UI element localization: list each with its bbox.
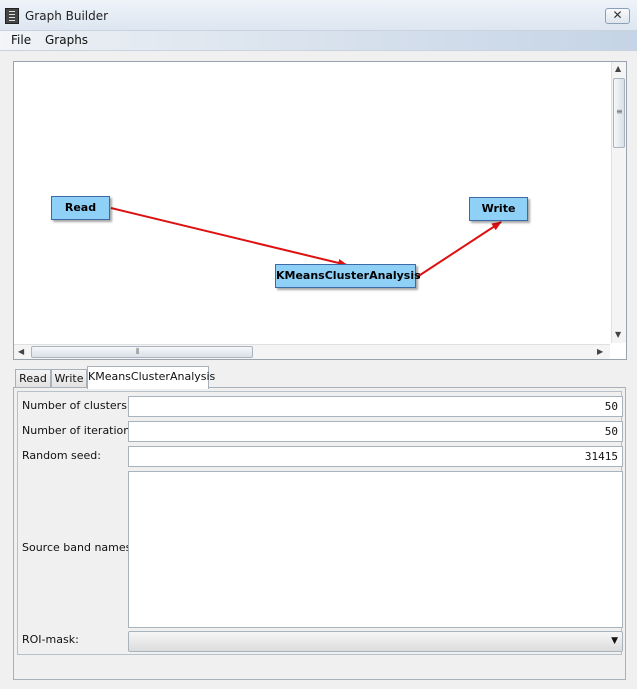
- num-iterations-input[interactable]: 50: [128, 421, 623, 442]
- scroll-left-icon[interactable]: ◀: [18, 347, 24, 356]
- graph-canvas-frame: Read KMeansClusterAnalysis Write ▲ ≡ ▼ ◀…: [13, 61, 627, 360]
- num-iterations-label: Number of iterations:: [22, 424, 140, 437]
- num-clusters-label: Number of clusters:: [22, 399, 131, 412]
- horizontal-scroll-thumb[interactable]: ⦀: [31, 346, 253, 358]
- parameters-form: Number of clusters: 50 Number of iterati…: [17, 391, 623, 655]
- close-button[interactable]: ✕: [605, 8, 630, 24]
- node-write[interactable]: Write: [469, 197, 528, 221]
- grip-icon: ⦀: [136, 347, 140, 356]
- tab-kmeans-cluster-analysis[interactable]: KMeansClusterAnalysis: [87, 366, 215, 389]
- num-clusters-input[interactable]: 50: [128, 396, 623, 417]
- horizontal-scrollbar[interactable]: ◀ ⦀ ▶: [14, 344, 610, 359]
- random-seed-label: Random seed:: [22, 449, 101, 462]
- parameters-panel: Number of clusters: 50 Number of iterati…: [13, 387, 626, 680]
- scroll-right-icon[interactable]: ▶: [597, 347, 603, 356]
- title-bar: Graph Builder ✕: [0, 0, 637, 31]
- menu-graphs[interactable]: Graphs: [45, 33, 88, 47]
- vertical-scrollbar[interactable]: ▲ ≡ ▼: [611, 62, 626, 343]
- vertical-scroll-thumb[interactable]: ≡: [613, 78, 625, 148]
- node-kmeans-cluster-analysis[interactable]: KMeansClusterAnalysis: [275, 264, 421, 288]
- edge-read-kmeans: [110, 207, 348, 267]
- tab-read[interactable]: Read: [15, 369, 51, 388]
- chevron-down-icon: ▼: [611, 636, 618, 646]
- app-icon: [5, 8, 19, 24]
- node-read[interactable]: Read: [51, 196, 110, 220]
- roi-mask-label: ROI-mask:: [22, 633, 79, 646]
- graph-canvas[interactable]: Read KMeansClusterAnalysis Write: [14, 62, 610, 343]
- menu-file[interactable]: File: [11, 33, 31, 47]
- window-title: Graph Builder: [25, 9, 109, 23]
- source-band-names-label: Source band names:: [22, 541, 136, 554]
- tab-write[interactable]: Write: [51, 369, 87, 388]
- scroll-up-icon[interactable]: ▲: [615, 64, 621, 73]
- edge-kmeans-write: [416, 221, 502, 278]
- random-seed-input[interactable]: 31415: [128, 446, 623, 467]
- scroll-down-icon[interactable]: ▼: [615, 330, 621, 339]
- roi-mask-select[interactable]: ▼: [128, 631, 623, 652]
- grip-icon: ≡: [616, 107, 623, 116]
- menu-bar: File Graphs: [0, 31, 637, 51]
- source-band-names-list[interactable]: [128, 471, 623, 628]
